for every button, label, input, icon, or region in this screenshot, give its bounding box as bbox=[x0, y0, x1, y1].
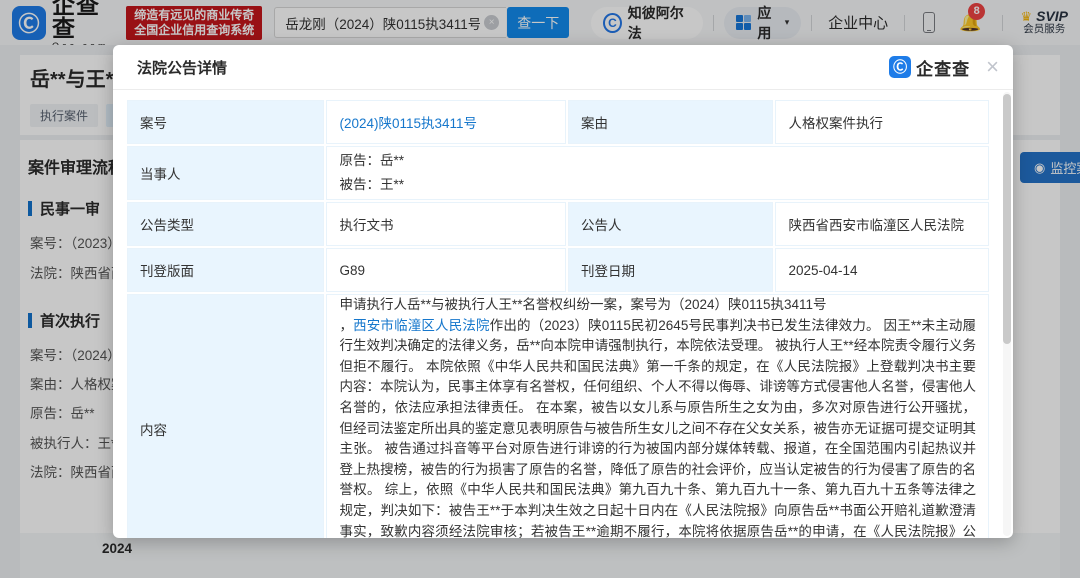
announcer-label: 公告人 bbox=[568, 202, 773, 246]
content-text-part2: 作出的（2023）陕0115民初2645号民事判决书已发生法律效力。 因王**未… bbox=[339, 318, 976, 538]
type-label: 公告类型 bbox=[127, 202, 324, 246]
page-value: G89 bbox=[326, 248, 566, 292]
party-plaintiff: 原告：岳** bbox=[339, 149, 976, 173]
page-label: 刊登版面 bbox=[127, 248, 324, 292]
scrollbar-thumb[interactable] bbox=[1003, 94, 1011, 344]
table-row: 刊登版面 G89 刊登日期 2025-04-14 bbox=[127, 248, 989, 292]
case-no-link[interactable]: (2024)陕0115执3411号 bbox=[339, 116, 477, 131]
court-announcement-modal: 法院公告详情 Ⓒ 企查查 × 案号 (2024)陕0115执3411号 案由 人… bbox=[113, 45, 1013, 538]
table-row: 内容 申请执行人岳**与被执行人王**名誉权纠纷一案，案号为（2024）陕011… bbox=[127, 294, 989, 538]
qcc-logo-text: 企查查 bbox=[916, 55, 970, 80]
cause-value: 人格权案件执行 bbox=[775, 100, 989, 144]
date-value: 2025-04-14 bbox=[775, 248, 989, 292]
modal-scrollbar[interactable] bbox=[1003, 92, 1011, 536]
type-value: 执行文书 bbox=[326, 202, 566, 246]
qcc-logo-icon: Ⓒ bbox=[889, 56, 911, 78]
modal-title: 法院公告详情 bbox=[137, 57, 227, 78]
party-defendant: 被告：王** bbox=[339, 173, 976, 197]
announcement-content: 申请执行人岳**与被执行人王**名誉权纠纷一案，案号为（2024）陕0115执3… bbox=[339, 295, 976, 538]
announcer-value: 陕西省西安市临潼区人民法院 bbox=[775, 202, 989, 246]
cause-label: 案由 bbox=[568, 100, 773, 144]
modal-qcc-logo: Ⓒ 企查查 bbox=[889, 55, 970, 80]
modal-header: 法院公告详情 Ⓒ 企查查 × bbox=[113, 45, 1013, 90]
case-no-label: 案号 bbox=[127, 100, 324, 144]
date-label: 刊登日期 bbox=[568, 248, 773, 292]
table-row: 案号 (2024)陕0115执3411号 案由 人格权案件执行 bbox=[127, 100, 989, 144]
content-label: 内容 bbox=[127, 294, 324, 538]
close-icon[interactable]: × bbox=[986, 56, 999, 78]
table-row: 当事人 原告：岳** 被告：王** bbox=[127, 146, 989, 200]
court-link[interactable]: 西安市临潼区人民法院 bbox=[353, 318, 490, 333]
party-label: 当事人 bbox=[127, 146, 324, 200]
table-row: 公告类型 执行文书 公告人 陕西省西安市临潼区人民法院 bbox=[127, 202, 989, 246]
announcement-detail-table: 案号 (2024)陕0115执3411号 案由 人格权案件执行 当事人 原告：岳… bbox=[125, 98, 991, 538]
